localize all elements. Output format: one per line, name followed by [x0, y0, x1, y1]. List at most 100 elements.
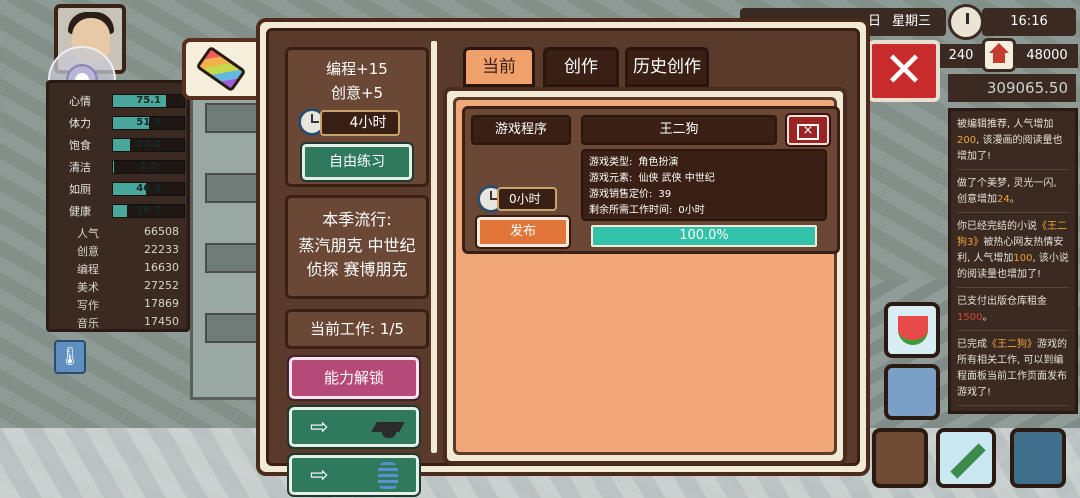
- stat-label: 体力: [69, 117, 91, 130]
- clock-icon[interactable]: [948, 4, 984, 40]
- skill-gain-programming: 编程+15: [326, 60, 388, 78]
- attr-label: 音乐: [77, 317, 99, 330]
- work-title: 王二狗: [581, 115, 777, 145]
- stat-label: 如厕: [69, 183, 91, 196]
- house-icon[interactable]: [982, 38, 1016, 72]
- log-text: 1500: [957, 312, 983, 323]
- brush-icon[interactable]: [872, 428, 928, 488]
- tab-content: 游戏程序 王二狗 × 游戏类型: 角色扮演 游戏元素: 仙侠 武侠 中世纪 游戏销售…: [443, 87, 847, 465]
- log-entry: 已支付出版仓库租金 1500。: [957, 294, 1069, 331]
- log-text: 你已经完结的小说: [957, 221, 1037, 232]
- study-button[interactable]: ⇨: [287, 405, 421, 449]
- attr-label: 美术: [77, 281, 99, 294]
- close-dialog-button[interactable]: ✕: [868, 40, 940, 102]
- practice-hours[interactable]: 4小时: [320, 110, 400, 136]
- attr-row-music: 音乐 17450: [57, 315, 185, 331]
- attr-label: 创意: [77, 245, 99, 258]
- info-key: 剩余所需工作时间:: [589, 205, 673, 216]
- work-hours: 0小时: [497, 187, 557, 211]
- log-text: 。: [982, 312, 993, 323]
- ability-unlock-button[interactable]: 能力解锁: [287, 355, 421, 401]
- info-row: 游戏类型: 角色扮演: [589, 155, 819, 171]
- wrench-icon[interactable]: [1010, 428, 1066, 488]
- attr-row-popularity: 人气 66508: [57, 225, 185, 241]
- work-info: 游戏类型: 角色扮演 游戏元素: 仙侠 武侠 中世纪 游戏销售定价: 39 剩余所需工…: [581, 149, 827, 221]
- stat-value: 75.1: [136, 95, 161, 106]
- stat-row-health: 健康 19.7: [57, 203, 185, 219]
- close-icon: ×: [797, 124, 819, 140]
- attr-value: 22233: [144, 243, 179, 256]
- work-type-label: 游戏程序: [471, 115, 571, 145]
- skill-box: 编程+15 创意+5 4小时 自由练习: [285, 47, 429, 187]
- trend-line: 蒸汽朋克 中世纪: [298, 236, 416, 255]
- stat-bar: 75.1: [112, 94, 185, 108]
- log-entry: 已完成《王二狗》游戏的所有相关工作, 可以到编程面板当前工作页面发布游戏了!: [957, 337, 1069, 406]
- info-key: 游戏类型:: [589, 157, 633, 168]
- resource-value: 240: [938, 44, 984, 68]
- stat-value: 23.0: [136, 139, 161, 150]
- progress-text: 100.0%: [679, 228, 729, 243]
- log-entry: 被编辑推荐, 人气增加200, 该漫画的阅读量也增加了!: [957, 117, 1069, 170]
- current-work-count: 当前工作: 1/5: [285, 309, 429, 349]
- stat-value: 1.0: [139, 161, 158, 172]
- stats-panel: 心情 75.1 体力 51.3 饱食 23.0 清洁 1.0 如厕 46.8 健…: [46, 80, 190, 332]
- trend-title: 本季流行:: [322, 210, 392, 229]
- log-entry: 你已经完结的小说《王二狗3》被热心网友热情安利, 人气增加100, 该小说的阅读…: [957, 219, 1069, 288]
- event-log: 被编辑推荐, 人气增加200, 该漫画的阅读量也增加了! 做了个美梦, 灵光一闪…: [948, 108, 1078, 414]
- info-value: 仙侠 武侠 中世纪: [638, 173, 715, 184]
- stat-row-mood: 心情 75.1: [57, 93, 185, 109]
- attr-value: 17869: [144, 297, 179, 310]
- house-value: 48000: [1016, 44, 1078, 68]
- info-value: 角色扮演: [638, 157, 679, 168]
- attr-value: 66508: [144, 225, 179, 238]
- attr-row-creativity: 创意 22233: [57, 243, 185, 259]
- stat-value: 46.8: [136, 183, 161, 194]
- attr-value: 27252: [144, 279, 179, 292]
- free-practice-button[interactable]: 自由练习: [300, 142, 414, 182]
- info-value: 39: [658, 189, 672, 200]
- log-text: 24: [997, 194, 1010, 205]
- attr-row-art: 美术 27252: [57, 279, 185, 295]
- info-value: 0小时: [678, 205, 705, 216]
- spring-button[interactable]: ⇨: [287, 453, 421, 497]
- attr-row-writing: 写作 17869: [57, 297, 185, 313]
- attr-value: 17450: [144, 315, 179, 328]
- stat-row-clean: 清洁 1.0: [57, 159, 185, 175]
- delete-work-button[interactable]: ×: [785, 113, 831, 147]
- time-display: 16:16: [982, 8, 1076, 36]
- tab-history[interactable]: 历史创作: [625, 47, 709, 87]
- work-list: 游戏程序 王二狗 × 游戏类型: 角色扮演 游戏元素: 仙侠 武侠 中世纪 游戏销售…: [453, 97, 840, 455]
- stat-bar: 51.3: [112, 116, 185, 130]
- stat-label: 清洁: [69, 161, 91, 174]
- pencil-icon[interactable]: [936, 428, 996, 488]
- keyboard-icon[interactable]: [182, 38, 260, 100]
- stat-value: 51.3: [136, 117, 161, 128]
- stat-label: 饱食: [69, 139, 91, 152]
- info-key: 游戏销售定价:: [589, 189, 653, 200]
- stat-row-stamina: 体力 51.3: [57, 115, 185, 131]
- stat-bar: 19.7: [112, 204, 185, 218]
- stat-label: 健康: [69, 205, 91, 218]
- info-row: 剩余所需工作时间: 0小时: [589, 203, 819, 219]
- log-text: 100: [1013, 253, 1033, 264]
- stat-bar: 46.8: [112, 182, 185, 196]
- tab-create[interactable]: 创作: [543, 47, 619, 87]
- washing-machine-icon[interactable]: [884, 364, 940, 420]
- attr-value: 16630: [144, 261, 179, 274]
- stat-value: 19.7: [136, 205, 161, 216]
- thermometer-icon[interactable]: 🌡: [54, 340, 86, 374]
- spring-icon: [378, 462, 398, 490]
- watermelon-icon[interactable]: [884, 302, 940, 358]
- publish-button[interactable]: 发布: [475, 215, 571, 249]
- programming-dialog: 编程+15 创意+5 4小时 自由练习 本季流行: 蒸汽朋克 中世纪 侦探 赛博…: [256, 18, 870, 497]
- info-row: 游戏销售定价: 39: [589, 187, 819, 203]
- info-row: 游戏元素: 仙侠 武侠 中世纪: [589, 171, 819, 187]
- panel-divider: [431, 41, 437, 453]
- log-text: 《王二狗》: [987, 339, 1037, 350]
- arrow-right-icon: ⇨: [310, 463, 329, 488]
- arrow-right-icon: ⇨: [310, 415, 329, 440]
- tab-current[interactable]: 当前: [463, 47, 535, 87]
- work-progress-bar: 100.0%: [591, 225, 817, 247]
- stat-row-hunger: 饱食 23.0: [57, 137, 185, 153]
- dialog-body: 编程+15 创意+5 4小时 自由练习 本季流行: 蒸汽朋克 中世纪 侦探 赛博…: [266, 28, 860, 497]
